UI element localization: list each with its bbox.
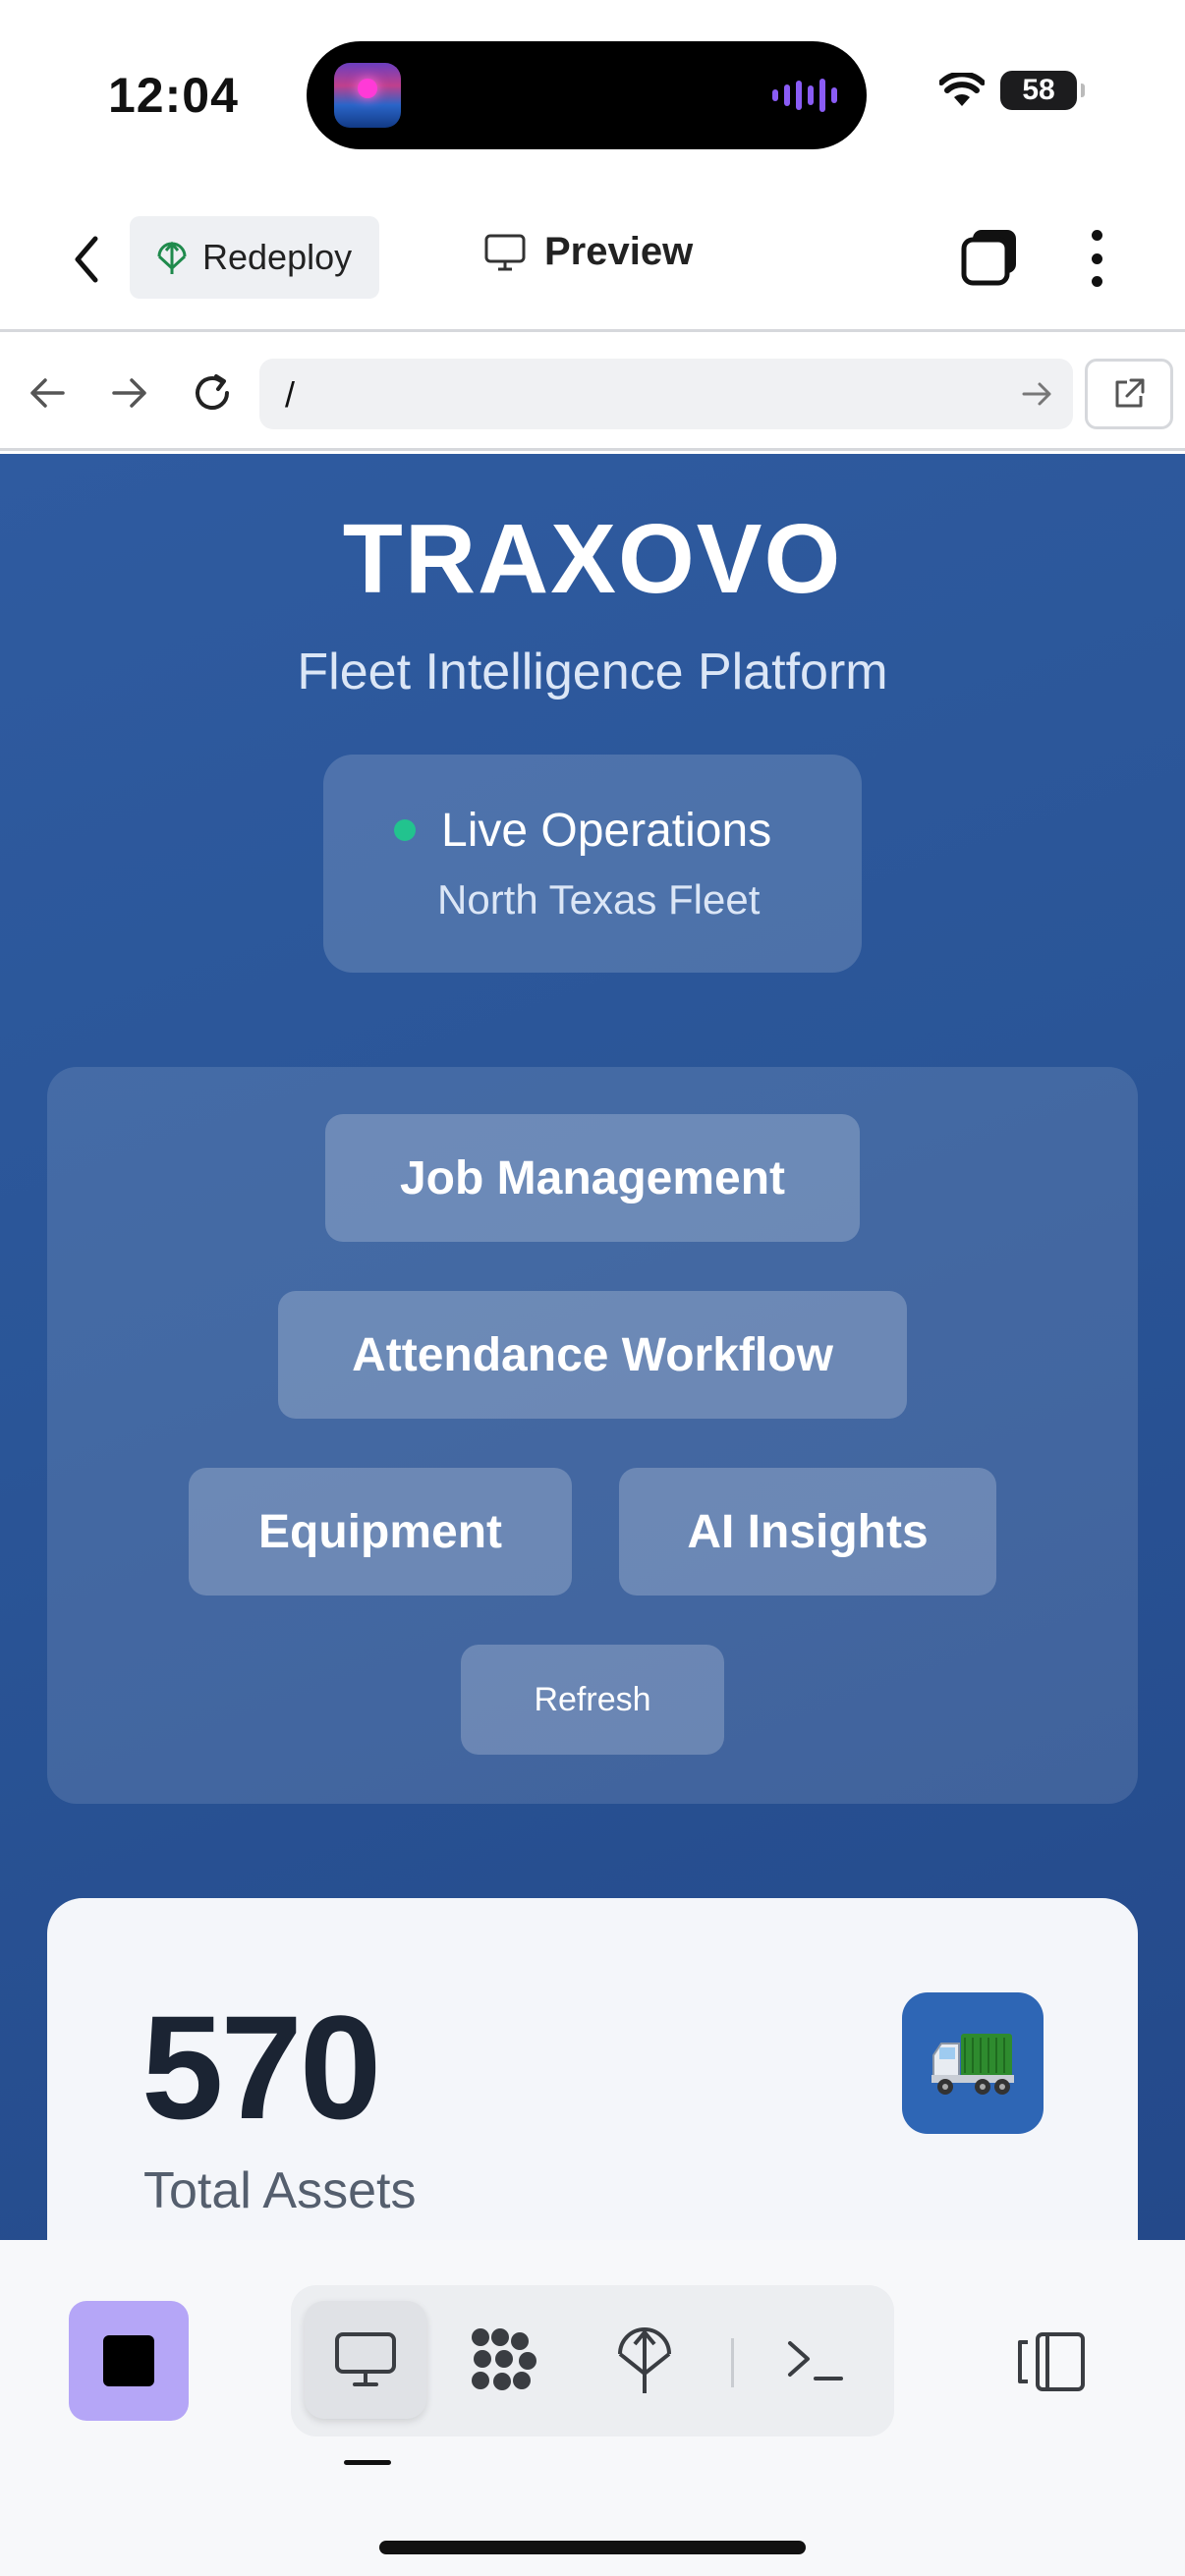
terminal-icon[interactable] [755,2301,876,2419]
browser-forward-button[interactable] [104,367,155,419]
attendance-workflow-button[interactable]: Attendance Workflow [278,1291,907,1419]
system-icons: 58 [939,71,1085,110]
arrow-right-icon [112,378,146,408]
ai-insights-button[interactable]: AI Insights [619,1468,996,1596]
open-external-button[interactable] [1085,359,1173,429]
side-panel-icon [1018,2332,1085,2391]
job-management-button[interactable]: Job Management [325,1114,860,1242]
preview-label: Preview [544,230,694,273]
url-input[interactable]: / [259,359,1073,429]
redeploy-button[interactable]: Redeploy [130,216,379,299]
reload-button[interactable] [187,367,238,419]
apps-icon[interactable] [444,2301,566,2419]
total-assets-value: 570 [141,1985,381,2150]
status-time: 12:04 [108,68,239,123]
wifi-icon [939,73,985,106]
tabs-icon[interactable] [959,226,1022,289]
web-preview: TRAXOVO Fleet Intelligence Platform Live… [0,454,1185,2240]
desktop-icon[interactable] [305,2301,426,2419]
brand-tagline: Fleet Intelligence Platform [297,644,888,700]
dynamic-island [307,41,867,149]
live-status-dot [394,819,416,841]
refresh-button[interactable]: Refresh [461,1645,724,1755]
back-button[interactable] [57,230,116,289]
redeploy-label: Redeploy [202,237,353,277]
total-assets-label: Total Assets [143,2162,417,2219]
navigation-panel: Job Management Attendance Workflow Equip… [47,1067,1138,1804]
browser-back-button[interactable] [22,367,73,419]
bottom-toolbar [0,2240,1185,2576]
reload-icon [196,374,229,410]
arrow-left-icon [30,378,65,408]
live-status-title: Live Operations [441,805,772,857]
live-status-subtitle: North Texas Fleet [437,876,761,923]
browser-url-bar: / [0,335,1185,451]
active-tab-indicator [344,2460,391,2465]
url-text: / [285,374,296,415]
deploy-icon [157,241,187,274]
audio-wave-icon [772,79,837,112]
battery-indicator: 58 [1000,71,1085,110]
total-assets-card: 570 Total Assets [47,1898,1138,2240]
more-options-button[interactable] [1069,224,1124,293]
app-toolbar: Redeploy Preview [0,187,1185,332]
side-panel-button[interactable] [1012,2323,1091,2401]
live-status-card: Live Operations North Texas Fleet [323,755,862,973]
chevron-left-icon [75,236,98,283]
deploy-icon[interactable] [584,2301,705,2419]
equipment-button[interactable]: Equipment [189,1468,572,1596]
status-bar: 12:04 58 [0,0,1185,187]
truck-icon [902,1992,1044,2134]
external-link-icon [1115,378,1145,408]
toolbar-divider [731,2338,734,2387]
preview-tab[interactable]: Preview [483,230,693,274]
go-arrow-icon[interactable] [1020,376,1055,412]
now-playing-app-icon [334,63,401,128]
stop-button[interactable] [69,2301,189,2421]
monitor-icon [484,234,526,270]
view-switcher [291,2285,894,2436]
brand-title: TRAXOVO [342,504,843,614]
home-indicator [379,2541,806,2554]
